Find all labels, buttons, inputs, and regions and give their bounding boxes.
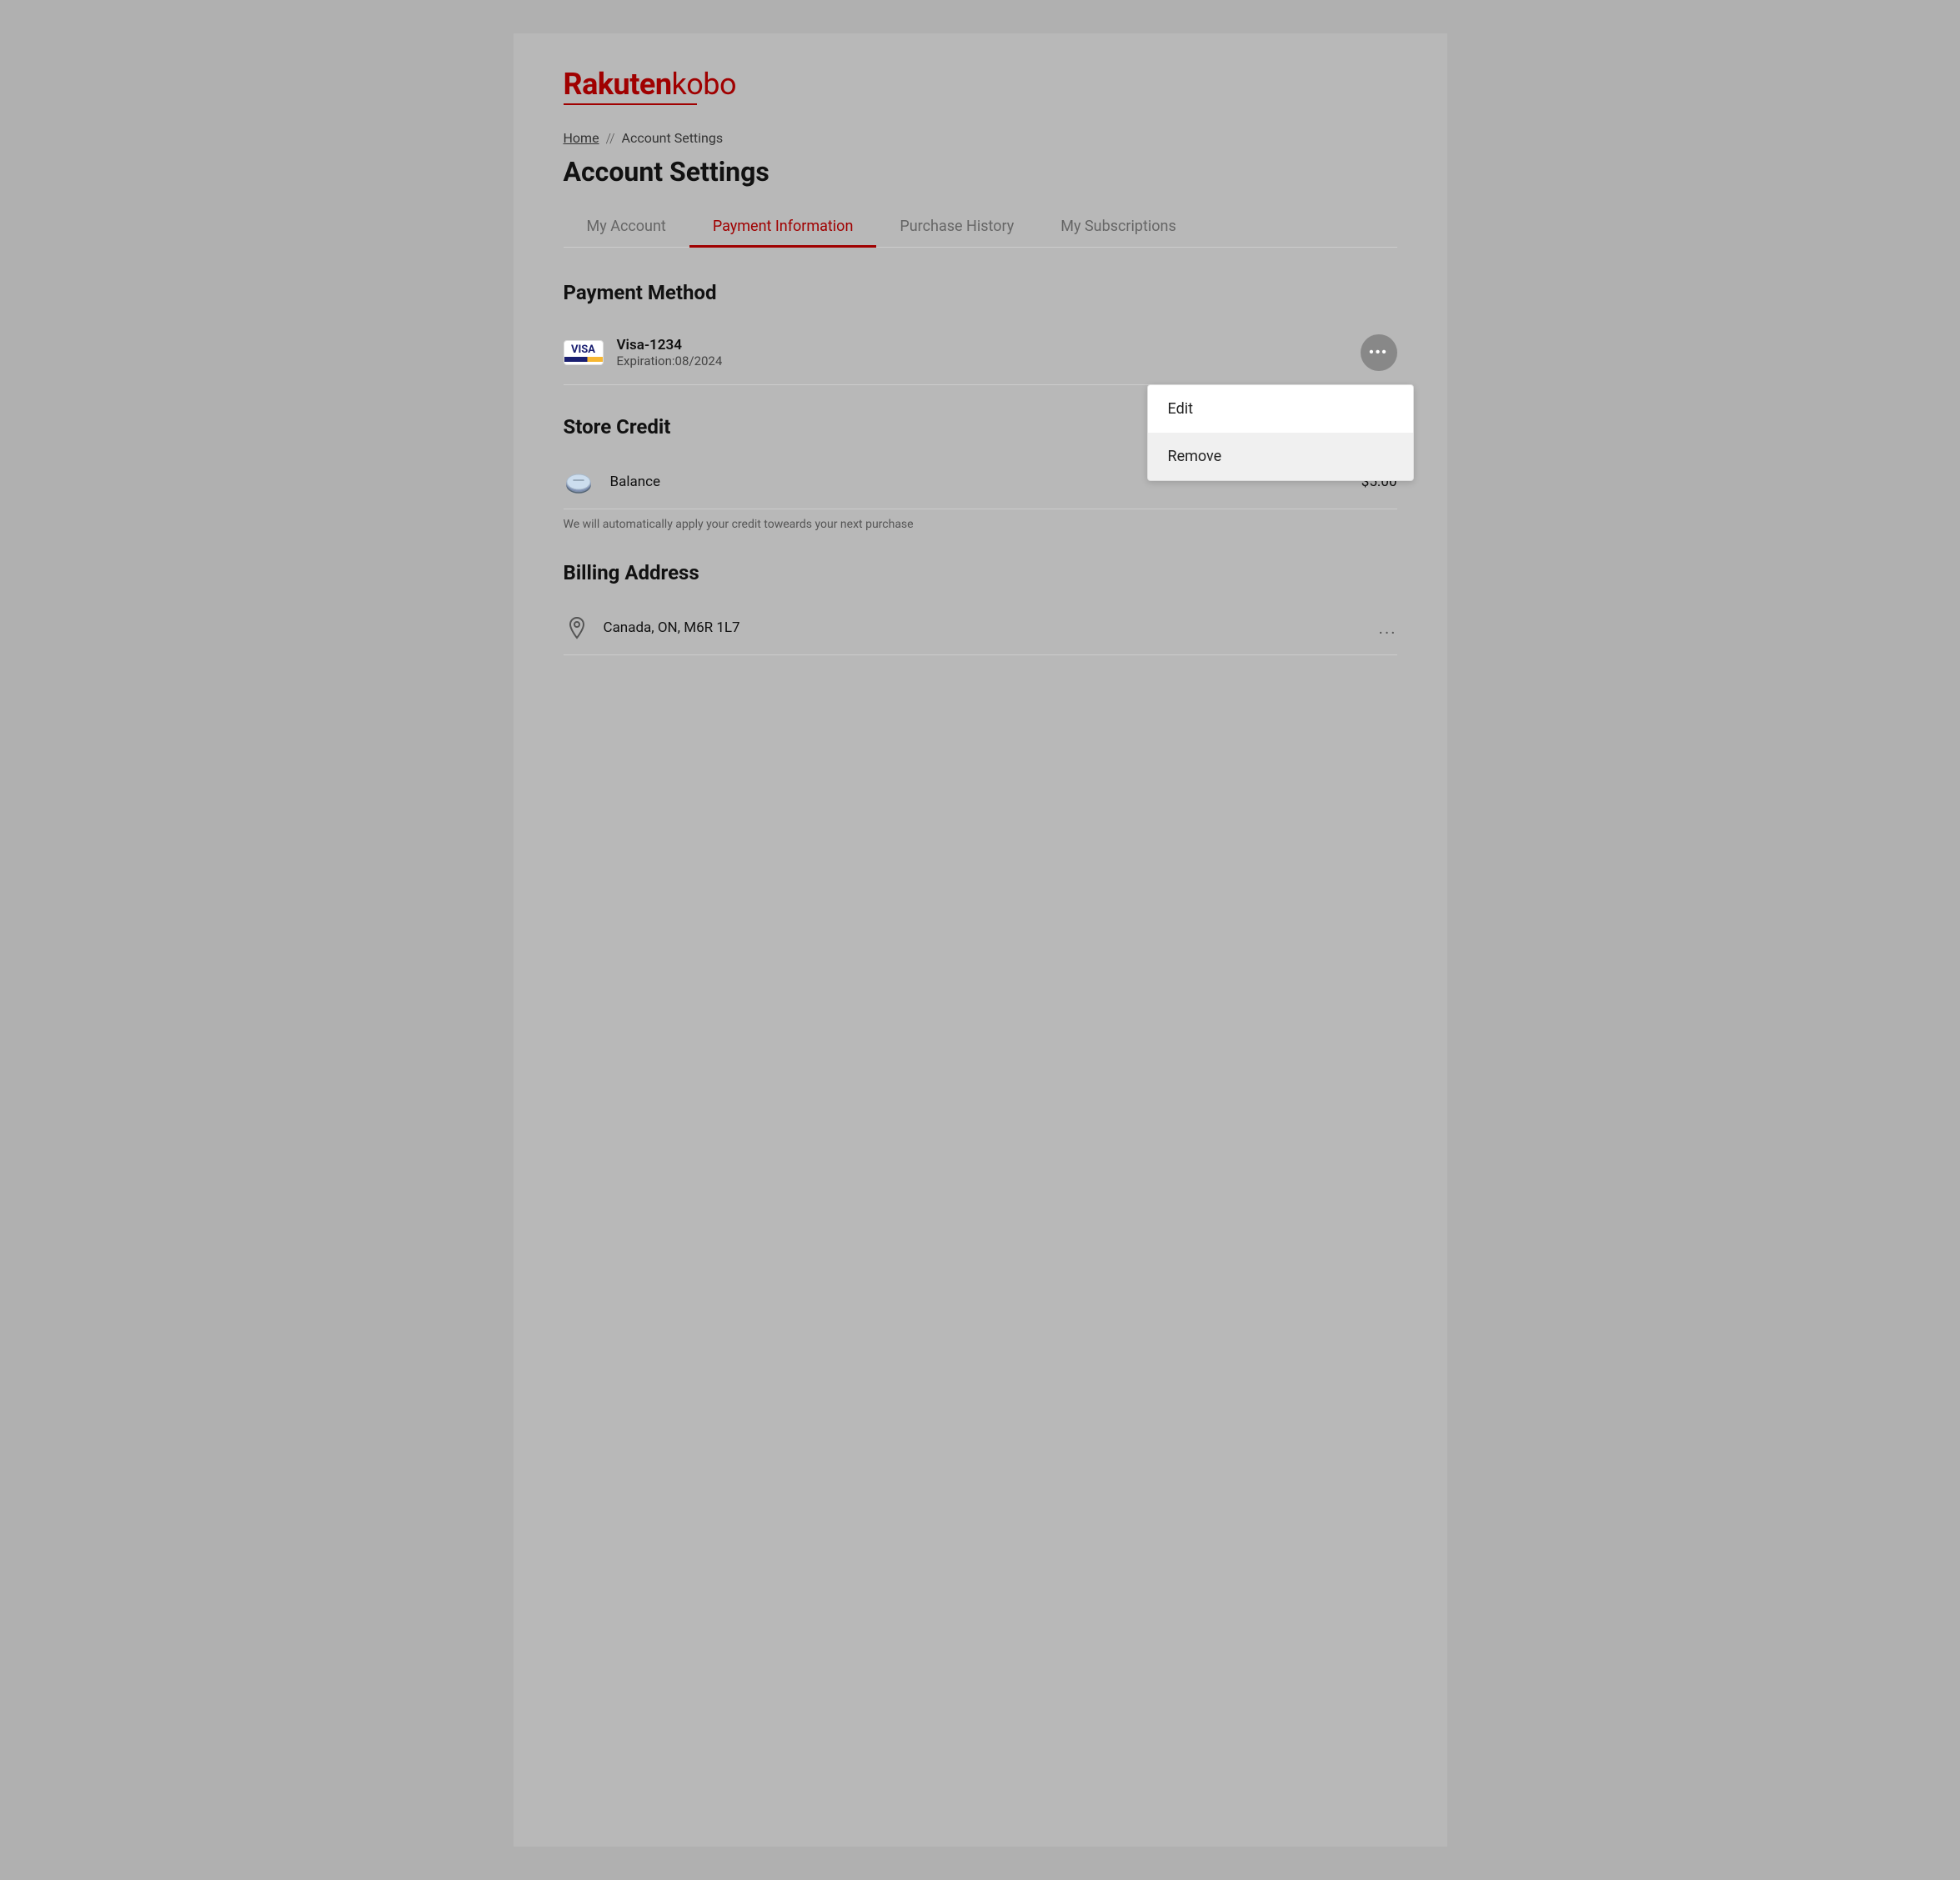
payment-method-section: Payment Method VISA Visa-1234 Expiration… (564, 281, 1397, 385)
product-name: kobo (672, 67, 737, 102)
visa-logo-text: VISA (571, 344, 595, 355)
brand-name: Rakuten (564, 67, 672, 102)
address-more-button[interactable]: ... (1379, 618, 1397, 638)
address-text: Canada, ON, M6R 1L7 (604, 619, 1379, 636)
payment-more-button[interactable]: ••• (1361, 334, 1397, 371)
logo-underline (564, 103, 697, 105)
breadcrumb-home-link[interactable]: Home (564, 130, 599, 146)
visa-logo: VISA (564, 340, 604, 365)
billing-address-title: Billing Address (564, 561, 1397, 584)
payment-method-title: Payment Method (564, 281, 1397, 304)
location-icon-svg (567, 616, 587, 639)
tab-my-account[interactable]: My Account (564, 208, 689, 248)
tabs-nav: My Account Payment Information Purchase … (564, 208, 1397, 248)
card-name: Visa-1234 (617, 337, 1361, 353)
expiry-value: 08/2024 (675, 353, 723, 368)
page-container: Rakutenkobo Home // Account Settings Acc… (514, 33, 1447, 1847)
page-title: Account Settings (564, 156, 1397, 188)
location-pin-icon (564, 614, 590, 641)
breadcrumb-separator: // (606, 130, 615, 146)
breadcrumb: Home // Account Settings (564, 130, 1397, 146)
billing-address-section: Billing Address Canada, ON, M6R 1L7 ... (564, 561, 1397, 655)
logo: Rakutenkobo (564, 67, 1397, 105)
payment-card-info: Visa-1234 Expiration:08/2024 (617, 337, 1361, 368)
dropdown-edit-item[interactable]: Edit (1148, 385, 1413, 433)
payment-dropdown-menu: Edit Remove (1147, 384, 1414, 481)
address-row: Canada, ON, M6R 1L7 ... (564, 601, 1397, 655)
credit-note: We will automatically apply your credit … (564, 509, 1397, 531)
card-expiry: Expiration:08/2024 (617, 353, 1361, 368)
payment-card-row: VISA Visa-1234 Expiration:08/2024 ••• Ed… (564, 321, 1397, 385)
breadcrumb-current: Account Settings (622, 130, 724, 146)
more-dots-icon: ••• (1369, 345, 1388, 360)
visa-logo-stripe (564, 357, 603, 362)
dropdown-remove-item[interactable]: Remove (1148, 433, 1413, 480)
balance-icon (564, 469, 597, 495)
tab-payment-information[interactable]: Payment Information (689, 208, 877, 248)
more-button-container: ••• Edit Remove (1361, 334, 1397, 371)
tab-purchase-history[interactable]: Purchase History (876, 208, 1037, 248)
expiry-label: Expiration: (617, 353, 675, 368)
logo-text: Rakutenkobo (564, 67, 1397, 102)
credit-icon-svg (565, 470, 595, 494)
tab-my-subscriptions[interactable]: My Subscriptions (1037, 208, 1199, 248)
